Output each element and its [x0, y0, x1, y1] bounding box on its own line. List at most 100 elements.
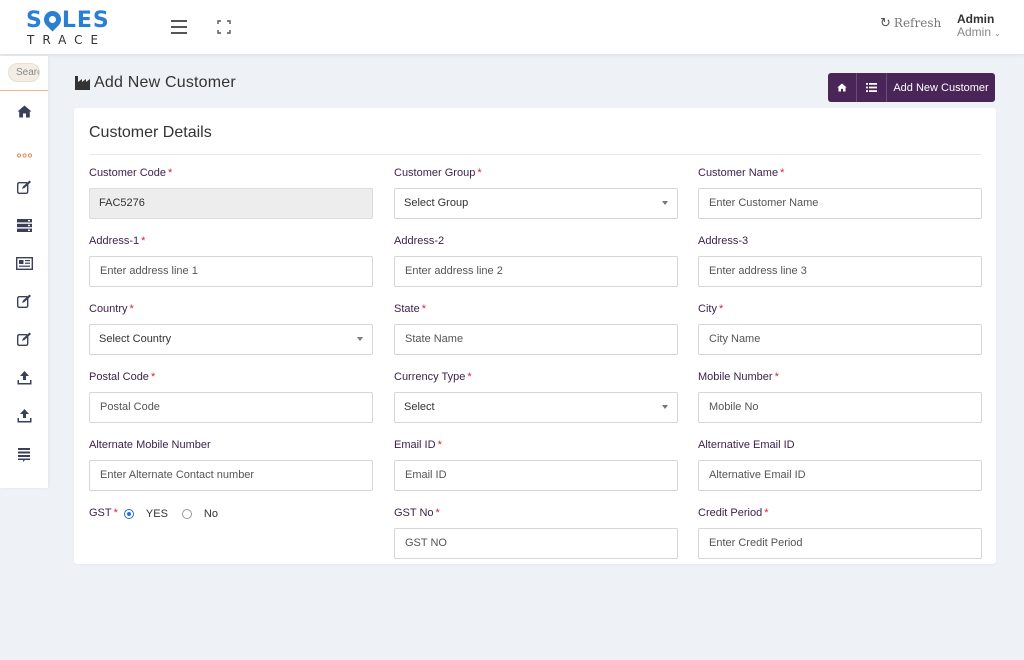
required-marker: *: [435, 507, 440, 519]
country-label-text: Country: [89, 303, 128, 315]
sidebar-item-reports[interactable]: [8, 444, 40, 466]
customer-code-field: Customer Code * FAC5276: [89, 167, 373, 219]
customer-name-input[interactable]: Enter Customer Name: [698, 188, 982, 219]
country-label: Country *: [89, 303, 373, 316]
currency-type-value: Select: [404, 401, 435, 413]
country-select[interactable]: Select Country: [89, 324, 373, 355]
required-marker: *: [477, 167, 482, 179]
alt-email-label: Alternative Email ID: [698, 439, 795, 451]
app-logo[interactable]: S LES TRACE: [26, 7, 116, 47]
gst-yes-label[interactable]: YES: [146, 508, 168, 520]
sidebar-item-news[interactable]: [8, 252, 40, 274]
gst-radio-group: GST * YES No: [89, 507, 373, 520]
add-new-customer-button[interactable]: Add New Customer: [887, 73, 995, 102]
customer-code-input[interactable]: FAC5276: [89, 188, 373, 219]
state-label: State *: [394, 303, 678, 316]
state-input[interactable]: State Name: [394, 324, 678, 355]
alt-mobile-input[interactable]: Enter Alternate Contact number: [89, 460, 373, 491]
logo-wordmark: S LES: [26, 7, 110, 33]
location-pin-icon: [40, 7, 65, 32]
mobile-number-input[interactable]: Mobile No: [698, 392, 982, 423]
required-marker: *: [168, 167, 173, 179]
required-marker: *: [467, 371, 472, 383]
server-icon: [16, 218, 32, 232]
page-actions: Add New Customer: [828, 73, 995, 102]
state-label-text: State: [394, 303, 420, 315]
fullscreen-icon[interactable]: [217, 20, 231, 34]
gst-no-label-text: GST No: [394, 507, 434, 519]
logo-text-end: LES: [61, 8, 110, 33]
alt-email-input[interactable]: Alternative Email ID: [698, 460, 982, 491]
required-marker: *: [421, 303, 426, 315]
currency-type-label-text: Currency Type: [394, 371, 466, 383]
sidebar-divider: [0, 90, 48, 91]
alt-email-field: Alternative Email ID Alternative Email I…: [698, 439, 982, 491]
user-role-line: Admin ⌄: [957, 26, 1017, 40]
required-marker: *: [141, 235, 146, 247]
gst-field: GST * YES No: [89, 507, 373, 520]
sidebar-item-more[interactable]: [8, 144, 40, 166]
gst-no-input[interactable]: GST NO: [394, 528, 678, 559]
address3-field: Address-3 Enter address line 3: [698, 235, 982, 287]
gst-yes-radio[interactable]: [123, 508, 134, 519]
sidebar-item-edit-2[interactable]: [8, 290, 40, 312]
required-marker: *: [774, 371, 779, 383]
dropdown-caret-icon: [357, 337, 363, 341]
country-value: Select Country: [99, 333, 172, 345]
gst-label: GST *: [89, 507, 118, 520]
credit-period-input[interactable]: Enter Credit Period: [698, 528, 982, 559]
edit-icon: [16, 294, 31, 308]
mobile-number-field: Mobile Number * Mobile No: [698, 371, 982, 423]
sidebar: Search: [0, 56, 48, 488]
refresh-label: Refresh: [893, 16, 942, 30]
gst-no-radio[interactable]: [181, 508, 192, 519]
refresh-button[interactable]: ↻ Refresh: [880, 16, 941, 31]
edit-icon: [16, 332, 31, 346]
city-label: City *: [698, 303, 982, 316]
address2-input[interactable]: Enter address line 2: [394, 256, 678, 287]
customer-name-label-text: Customer Name: [698, 167, 779, 179]
postal-code-field: Postal Code * Postal Code: [89, 371, 373, 423]
card-title: Customer Details: [89, 124, 212, 141]
address2-label: Address-2: [394, 235, 445, 247]
gst-no-label: GST No *: [394, 507, 678, 520]
credit-period-label: Credit Period *: [698, 507, 982, 520]
top-bar: S LES TRACE ↻ Refresh Admin Admin ⌄: [0, 0, 1024, 55]
mobile-number-label: Mobile Number *: [698, 371, 982, 384]
address1-label-text: Address-1: [89, 235, 140, 247]
more-dots-icon: [16, 152, 32, 158]
home-button[interactable]: [828, 73, 857, 102]
list-button[interactable]: [857, 73, 887, 102]
postal-code-input[interactable]: Postal Code: [89, 392, 373, 423]
list-icon: [866, 83, 877, 92]
customer-name-field: Customer Name * Enter Customer Name: [698, 167, 982, 219]
sidebar-item-edit-3[interactable]: [8, 328, 40, 350]
refresh-icon: ↻: [880, 16, 891, 31]
mobile-number-label-text: Mobile Number: [698, 371, 773, 383]
address1-label: Address-1 *: [89, 235, 373, 248]
hamburger-menu-icon[interactable]: [171, 20, 187, 34]
required-marker: *: [764, 507, 769, 519]
sidebar-item-upload-2[interactable]: [8, 405, 40, 427]
sidebar-item-upload-1[interactable]: [8, 367, 40, 389]
alt-mobile-label: Alternate Mobile Number: [89, 439, 211, 451]
sidebar-item-home[interactable]: [8, 100, 40, 122]
city-label-text: City: [698, 303, 717, 315]
email-input[interactable]: Email ID: [394, 460, 678, 491]
city-input[interactable]: City Name: [698, 324, 982, 355]
sidebar-item-server[interactable]: [8, 214, 40, 236]
factory-icon: [75, 76, 90, 90]
gst-no-label[interactable]: No: [204, 508, 218, 520]
newspaper-icon: [15, 256, 33, 270]
customer-group-select[interactable]: Select Group: [394, 188, 678, 219]
address3-input[interactable]: Enter address line 3: [698, 256, 982, 287]
sidebar-search-input[interactable]: Search: [8, 63, 40, 82]
home-icon: [17, 105, 31, 117]
address3-label: Address-3: [698, 235, 749, 247]
address1-input[interactable]: Enter address line 1: [89, 256, 373, 287]
sidebar-item-edit-1[interactable]: [8, 176, 40, 198]
user-menu[interactable]: Admin Admin ⌄: [957, 13, 1017, 40]
customer-group-value: Select Group: [404, 197, 469, 209]
dropdown-caret-icon: [662, 201, 668, 205]
currency-type-select[interactable]: Select: [394, 392, 678, 423]
